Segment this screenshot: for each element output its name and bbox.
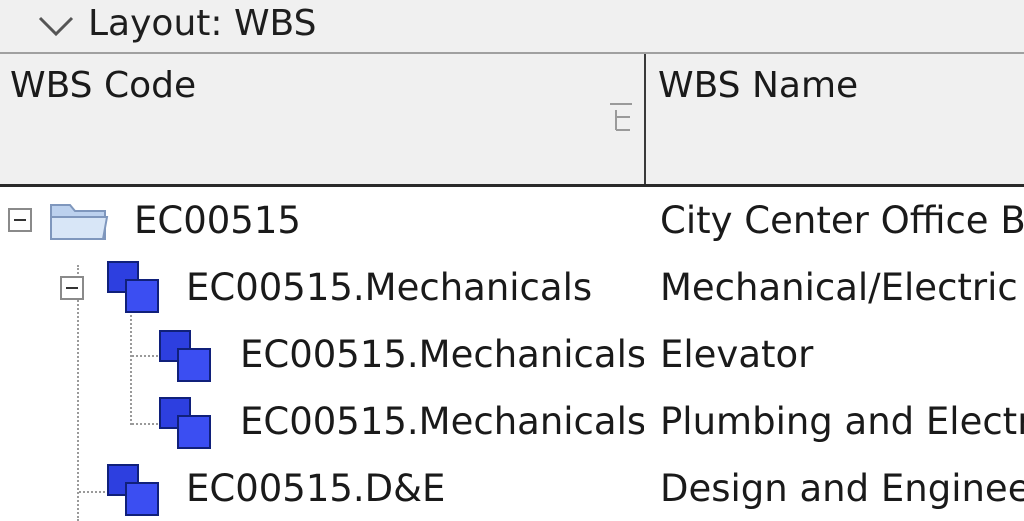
- wbs-code: EC00515.D&E: [186, 467, 446, 510]
- collapse-toggle[interactable]: [60, 276, 84, 300]
- wbs-code: EC00515.Mechanicals: [240, 400, 644, 443]
- wbs-tree-grid: EC00515 City Center Office Bu EC00515.Me…: [0, 187, 1024, 521]
- wbs-node-icon: [159, 330, 211, 382]
- wbs-name: Mechanical/Electric: [660, 266, 1018, 309]
- column-header-wbs-code[interactable]: WBS Code: [0, 54, 646, 184]
- wbs-code: EC00515.Mechanicals: [186, 266, 593, 309]
- table-row[interactable]: EC00515.Mechanicals Plumbing and Electri: [0, 388, 1024, 455]
- wbs-node-icon: [159, 397, 211, 449]
- wbs-name: Design and Enginee: [660, 467, 1024, 510]
- wbs-name: Elevator: [660, 333, 814, 376]
- table-row[interactable]: EC00515.Mechanicals Elevator: [0, 321, 1024, 388]
- table-row[interactable]: EC00515.Mechanicals Mechanical/Electric: [0, 254, 1024, 321]
- table-row[interactable]: EC00515.D&E Design and Enginee: [0, 455, 1024, 521]
- wbs-name: Plumbing and Electri: [660, 400, 1024, 443]
- wbs-code: EC00515.Mechanicals: [240, 333, 644, 376]
- layout-title: Layout: WBS: [88, 3, 317, 44]
- table-row[interactable]: EC00515 City Center Office Bu: [0, 187, 1024, 254]
- wbs-code: EC00515: [134, 199, 301, 242]
- layout-bar[interactable]: Layout: WBS: [0, 0, 1024, 54]
- column-header-label: WBS Code: [10, 65, 197, 106]
- wbs-name: City Center Office Bu: [660, 199, 1024, 242]
- column-header-label: WBS Name: [658, 65, 859, 106]
- grid-header: WBS Code WBS Name: [0, 54, 1024, 187]
- collapse-toggle[interactable]: [8, 208, 32, 232]
- column-options-icon[interactable]: [608, 100, 634, 134]
- wbs-node-icon: [107, 464, 159, 516]
- column-header-wbs-name[interactable]: WBS Name: [646, 54, 1024, 184]
- chevron-down-icon[interactable]: [36, 10, 76, 40]
- folder-icon: [50, 204, 109, 240]
- wbs-node-icon: [107, 261, 159, 313]
